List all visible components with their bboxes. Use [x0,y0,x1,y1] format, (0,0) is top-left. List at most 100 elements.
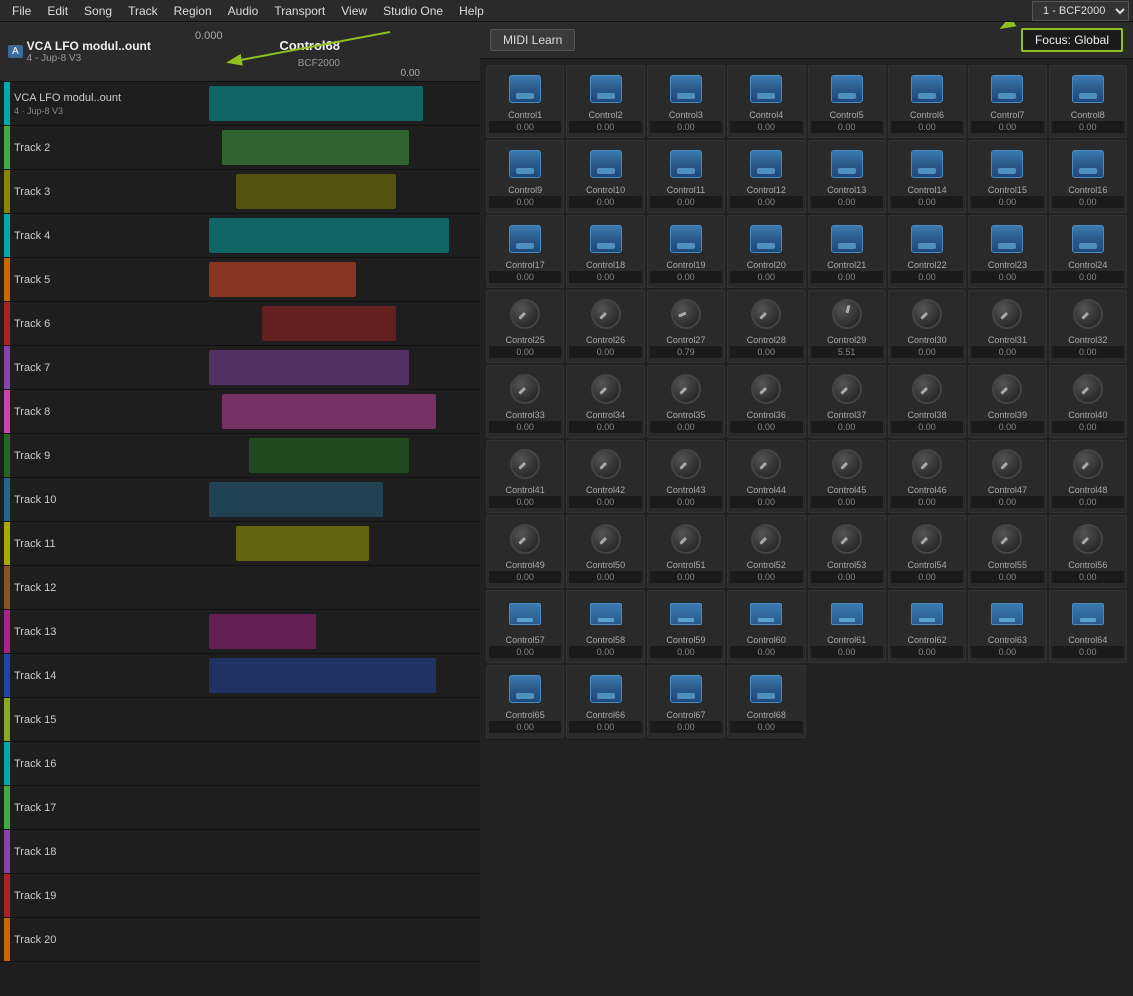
menu-transport[interactable]: Transport [266,2,333,20]
menu-edit[interactable]: Edit [39,2,76,20]
control-cell-44[interactable]: Control440.00 [727,440,805,513]
list-item[interactable]: Track 17 [0,786,480,830]
menu-audio[interactable]: Audio [220,2,267,20]
control-cell-63[interactable]: Control630.00 [968,590,1046,663]
menu-view[interactable]: View [333,2,375,20]
control-cell-53[interactable]: Control530.00 [808,515,886,588]
list-item[interactable]: VCA LFO modul..ount 4 · Jup-8 V3 [0,82,480,126]
list-item[interactable]: Track 13 [0,610,480,654]
menu-file[interactable]: File [4,2,39,20]
control-cell-22[interactable]: Control220.00 [888,215,966,288]
control-cell-61[interactable]: Control610.00 [808,590,886,663]
list-item[interactable]: Track 11 [0,522,480,566]
menu-region[interactable]: Region [166,2,220,20]
control-cell-45[interactable]: Control450.00 [808,440,886,513]
list-item[interactable]: Track 6 [0,302,480,346]
menu-track[interactable]: Track [120,2,166,20]
control-cell-62[interactable]: Control620.00 [888,590,966,663]
control-cell-4[interactable]: Control40.00 [727,65,805,138]
control-cell-15[interactable]: Control150.00 [968,140,1046,213]
control-cell-41[interactable]: Control410.00 [486,440,564,513]
control-cell-37[interactable]: Control370.00 [808,365,886,438]
control-cell-27[interactable]: Control270.79 [647,290,725,363]
control-cell-1[interactable]: Control10.00 [486,65,564,138]
list-item[interactable]: Track 9 [0,434,480,478]
control-cell-33[interactable]: Control330.00 [486,365,564,438]
control-cell-47[interactable]: Control470.00 [968,440,1046,513]
list-item[interactable]: Track 8 [0,390,480,434]
control-cell-42[interactable]: Control420.00 [566,440,644,513]
list-item[interactable]: Track 5 [0,258,480,302]
control-cell-32[interactable]: Control320.00 [1049,290,1127,363]
control-cell-64[interactable]: Control640.00 [1049,590,1127,663]
menu-studioone[interactable]: Studio One [375,2,451,20]
control-cell-34[interactable]: Control340.00 [566,365,644,438]
control-cell-39[interactable]: Control390.00 [968,365,1046,438]
control-cell-46[interactable]: Control460.00 [888,440,966,513]
control-cell-8[interactable]: Control80.00 [1049,65,1127,138]
list-item[interactable]: Track 2 [0,126,480,170]
control-cell-57[interactable]: Control570.00 [486,590,564,663]
control-cell-60[interactable]: Control600.00 [727,590,805,663]
control-cell-13[interactable]: Control130.00 [808,140,886,213]
control-cell-24[interactable]: Control240.00 [1049,215,1127,288]
control-cell-68[interactable]: Control680.00 [727,665,805,738]
control-cell-7[interactable]: Control70.00 [968,65,1046,138]
control-cell-18[interactable]: Control180.00 [566,215,644,288]
control-cell-29[interactable]: Control295.51 [808,290,886,363]
menu-song[interactable]: Song [76,2,120,20]
control-cell-65[interactable]: Control650.00 [486,665,564,738]
control-cell-12[interactable]: Control120.00 [727,140,805,213]
control-cell-30[interactable]: Control300.00 [888,290,966,363]
control-cell-50[interactable]: Control500.00 [566,515,644,588]
list-item[interactable]: Track 14 [0,654,480,698]
list-item[interactable]: Track 4 [0,214,480,258]
control-cell-55[interactable]: Control550.00 [968,515,1046,588]
control-cell-14[interactable]: Control140.00 [888,140,966,213]
control-cell-5[interactable]: Control50.00 [808,65,886,138]
control-cell-20[interactable]: Control200.00 [727,215,805,288]
control-cell-16[interactable]: Control160.00 [1049,140,1127,213]
control-cell-23[interactable]: Control230.00 [968,215,1046,288]
list-item[interactable]: Track 12 [0,566,480,610]
menu-help[interactable]: Help [451,2,492,20]
list-item[interactable]: Track 15 [0,698,480,742]
device-selector[interactable]: 1 - BCF2000 [1032,1,1129,21]
control-cell-43[interactable]: Control430.00 [647,440,725,513]
control-cell-21[interactable]: Control210.00 [808,215,886,288]
control-cell-3[interactable]: Control30.00 [647,65,725,138]
control-cell-2[interactable]: Control20.00 [566,65,644,138]
control-cell-48[interactable]: Control480.00 [1049,440,1127,513]
control-cell-66[interactable]: Control660.00 [566,665,644,738]
control-cell-58[interactable]: Control580.00 [566,590,644,663]
control-cell-40[interactable]: Control400.00 [1049,365,1127,438]
control-cell-6[interactable]: Control60.00 [888,65,966,138]
control-cell-59[interactable]: Control590.00 [647,590,725,663]
control-cell-52[interactable]: Control520.00 [727,515,805,588]
list-item[interactable]: Track 3 [0,170,480,214]
control-cell-51[interactable]: Control510.00 [647,515,725,588]
control-cell-54[interactable]: Control540.00 [888,515,966,588]
control-cell-26[interactable]: Control260.00 [566,290,644,363]
control-cell-56[interactable]: Control560.00 [1049,515,1127,588]
list-item[interactable]: Track 7 [0,346,480,390]
list-item[interactable]: Track 18 [0,830,480,874]
control-cell-36[interactable]: Control360.00 [727,365,805,438]
control-cell-67[interactable]: Control670.00 [647,665,725,738]
control-cell-17[interactable]: Control170.00 [486,215,564,288]
list-item[interactable]: Track 20 [0,918,480,962]
control-cell-38[interactable]: Control380.00 [888,365,966,438]
list-item[interactable]: Track 16 [0,742,480,786]
control-cell-28[interactable]: Control280.00 [727,290,805,363]
control-cell-25[interactable]: Control250.00 [486,290,564,363]
midi-learn-button[interactable]: MIDI Learn [490,29,575,51]
list-item[interactable]: Track 10 [0,478,480,522]
control-cell-49[interactable]: Control490.00 [486,515,564,588]
control-cell-35[interactable]: Control350.00 [647,365,725,438]
control-cell-10[interactable]: Control100.00 [566,140,644,213]
list-item[interactable]: Track 19 [0,874,480,918]
control-cell-9[interactable]: Control90.00 [486,140,564,213]
control-cell-11[interactable]: Control110.00 [647,140,725,213]
control-cell-31[interactable]: Control310.00 [968,290,1046,363]
control-cell-19[interactable]: Control190.00 [647,215,725,288]
